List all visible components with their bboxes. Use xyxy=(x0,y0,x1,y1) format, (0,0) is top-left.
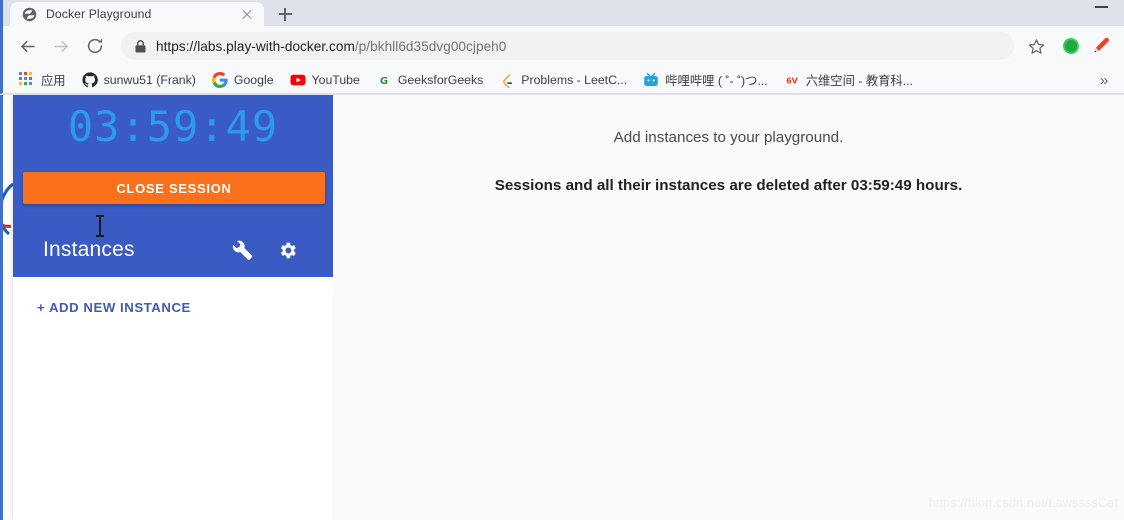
bookmark-6v[interactable]: 6V 六维空间 - 教育科... xyxy=(776,68,921,92)
google-icon xyxy=(211,71,228,88)
bookmark-leetcode[interactable]: Problems - LeetC... xyxy=(491,68,635,92)
back-arrow-icon xyxy=(20,40,35,52)
forward-button[interactable] xyxy=(45,30,77,62)
bookmark-github[interactable]: sunwu51 (Frank) xyxy=(74,68,204,92)
gear-glyph xyxy=(280,242,296,258)
geeksforgeeks-icon: G xyxy=(380,76,388,87)
6v-icon: 6V xyxy=(786,76,799,85)
bookmark-google[interactable]: Google xyxy=(204,68,282,92)
bookmark-label: 应用 xyxy=(41,73,66,88)
youtube-icon xyxy=(290,74,306,85)
bookmark-label: Google xyxy=(233,72,274,87)
leetcode-icon xyxy=(503,73,513,88)
add-new-instance-label: + ADD NEW INSTANCE xyxy=(37,299,191,315)
github-icon xyxy=(82,71,98,87)
green-circle-extension-icon[interactable] xyxy=(1063,38,1079,54)
bookmark-label: 哔哩哔哩 ( ˚- ˚)つ... xyxy=(665,73,768,88)
back-button[interactable] xyxy=(11,30,43,62)
tab-docker-playground[interactable]: Docker Playground xyxy=(10,2,264,26)
apps-grid-icon xyxy=(19,71,35,88)
bookmarks-bar: 应用 sunwu51 (Frank) Google YouTube G Geek… xyxy=(0,66,1124,94)
bookmark-label: 六维空间 - 教育科... xyxy=(805,73,913,88)
instances-header: Instances xyxy=(13,223,333,277)
reload-button[interactable] xyxy=(79,30,111,62)
bookmarks-overflow-button[interactable]: » xyxy=(1094,70,1114,90)
bookmark-label: sunwu51 (Frank) xyxy=(103,72,196,87)
star-icon xyxy=(1028,38,1044,54)
url-text: https://labs.play-with-docker.com/p/bkhl… xyxy=(156,39,506,54)
session-timer: 03:59:49 xyxy=(67,102,279,151)
tab-strip: Docker Playground xyxy=(0,0,1060,26)
session-expiry-notice: Sessions and all their instances are del… xyxy=(494,177,963,194)
bookmark-label: GeeksforGeeks xyxy=(397,72,484,87)
minimize-button[interactable] xyxy=(1094,6,1108,8)
bookmark-star-button[interactable] xyxy=(1022,32,1050,60)
bookmark-label: YouTube xyxy=(311,72,360,87)
playground-main: Add instances to your playground. Sessio… xyxy=(333,95,1124,520)
bookmark-bilibili[interactable]: 哔哩哔哩 ( ˚- ˚)つ... xyxy=(635,68,775,92)
new-tab-button[interactable] xyxy=(270,2,300,26)
forward-arrow-icon xyxy=(53,40,68,52)
title-bar: Docker Playground xyxy=(0,0,1124,26)
reload-icon xyxy=(87,38,103,54)
bookmark-apps[interactable]: 应用 xyxy=(11,68,74,92)
main-heading: Add instances to your playground. xyxy=(613,129,844,146)
bilibili-icon xyxy=(644,72,659,86)
bookmark-geeksforgeeks[interactable]: G GeeksforGeeks xyxy=(368,68,491,92)
instances-title: Instances xyxy=(43,238,135,261)
bookmark-youtube[interactable]: YouTube xyxy=(282,68,368,92)
page-left-gutter xyxy=(3,95,14,520)
page-viewport: 03:59:49 CLOSE SESSION Instances + ADD N… xyxy=(0,95,1124,520)
browser-toolbar: https://labs.play-with-docker.com/p/bkhl… xyxy=(0,26,1124,66)
close-icon[interactable] xyxy=(239,6,255,22)
url-path: /p/bkhll6d35dvg00cjpeh0 xyxy=(354,38,507,54)
svg-text:6V: 6V xyxy=(786,76,799,85)
playground-sidebar: 03:59:49 CLOSE SESSION Instances + ADD N… xyxy=(13,95,333,520)
address-bar[interactable]: https://labs.play-with-docker.com/p/bkhl… xyxy=(121,32,1014,60)
svg-text:G: G xyxy=(380,76,388,87)
window-controls xyxy=(1078,0,1124,22)
add-new-instance-button[interactable]: + ADD NEW INSTANCE xyxy=(13,277,333,337)
lock-icon xyxy=(135,39,146,52)
watermark: https://blog.csdn.net/LawssssCat xyxy=(928,496,1118,510)
docker-playground-favicon xyxy=(22,7,37,21)
wrench-icon[interactable] xyxy=(229,236,257,264)
url-host: https://labs.play-with-docker.com xyxy=(156,38,355,54)
tab-title: Docker Playground xyxy=(46,7,152,21)
bookmark-label: Problems - LeetC... xyxy=(521,72,628,87)
red-pen-extension-icon[interactable] xyxy=(1090,35,1112,57)
gear-icon[interactable] xyxy=(273,236,301,264)
wrench-glyph xyxy=(232,240,253,260)
browser-window: Docker Playground https://labs.play-with… xyxy=(0,0,1124,520)
close-session-button[interactable]: CLOSE SESSION xyxy=(23,172,325,204)
tabstrip-left-edge xyxy=(0,0,10,26)
